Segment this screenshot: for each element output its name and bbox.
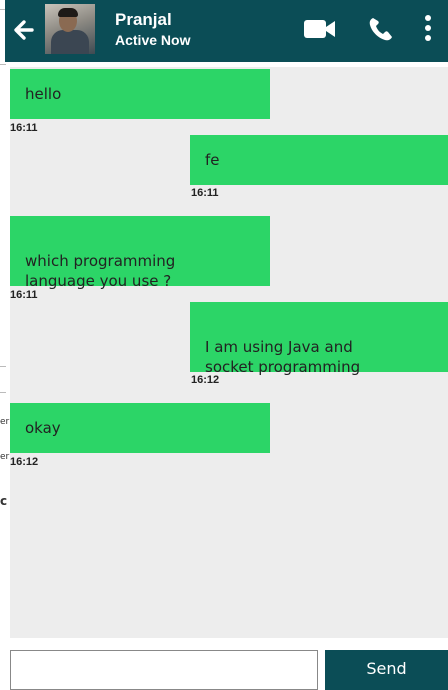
avatar-body xyxy=(51,30,89,54)
message-bubble-incoming: hello xyxy=(10,69,270,119)
message-time: 16:11 xyxy=(10,289,38,301)
message-list[interactable]: hello 16:11 fe 16:11 which programming l… xyxy=(10,67,448,638)
message-text: fe xyxy=(205,151,220,169)
background-divider xyxy=(0,366,6,367)
video-camera-icon xyxy=(304,20,335,38)
more-options-button[interactable] xyxy=(423,14,433,47)
message-time: 16:12 xyxy=(191,374,220,386)
background-window-edge: er er c xyxy=(0,0,10,685)
send-button[interactable]: Send xyxy=(325,650,448,690)
contact-status: Active Now xyxy=(115,32,191,48)
background-divider xyxy=(0,64,6,65)
message-input[interactable] xyxy=(10,650,318,690)
phone-icon xyxy=(369,18,392,41)
message-bubble-incoming: which programming language you use ? xyxy=(10,216,270,290)
message-bubble-outgoing: fe xyxy=(190,135,448,185)
contact-name[interactable]: Pranjal xyxy=(115,10,172,30)
message-text: which programming language you use ? xyxy=(25,252,176,290)
background-text: er xyxy=(0,417,10,427)
message-bubble-incoming: okay xyxy=(10,403,270,453)
video-call-button[interactable] xyxy=(303,18,337,45)
chat-header: Pranjal Active Now xyxy=(5,0,448,62)
background-divider xyxy=(0,392,6,393)
message-time: 16:11 xyxy=(10,122,38,134)
avatar[interactable] xyxy=(45,4,95,54)
more-vertical-icon xyxy=(425,15,431,41)
message-bubble-outgoing: I am using Java and socket programming xyxy=(190,302,448,376)
message-time: 16:11 xyxy=(191,187,219,199)
message-time: 16:12 xyxy=(10,456,39,468)
back-button[interactable] xyxy=(10,16,38,44)
message-text: hello xyxy=(25,85,62,103)
message-text: okay xyxy=(25,419,61,437)
back-arrow-icon xyxy=(14,20,34,40)
voice-call-button[interactable] xyxy=(367,15,397,48)
background-text: c xyxy=(0,494,8,508)
background-text: er xyxy=(0,452,10,462)
avatar-hair xyxy=(58,8,78,17)
message-text: I am using Java and socket programming xyxy=(205,338,361,376)
